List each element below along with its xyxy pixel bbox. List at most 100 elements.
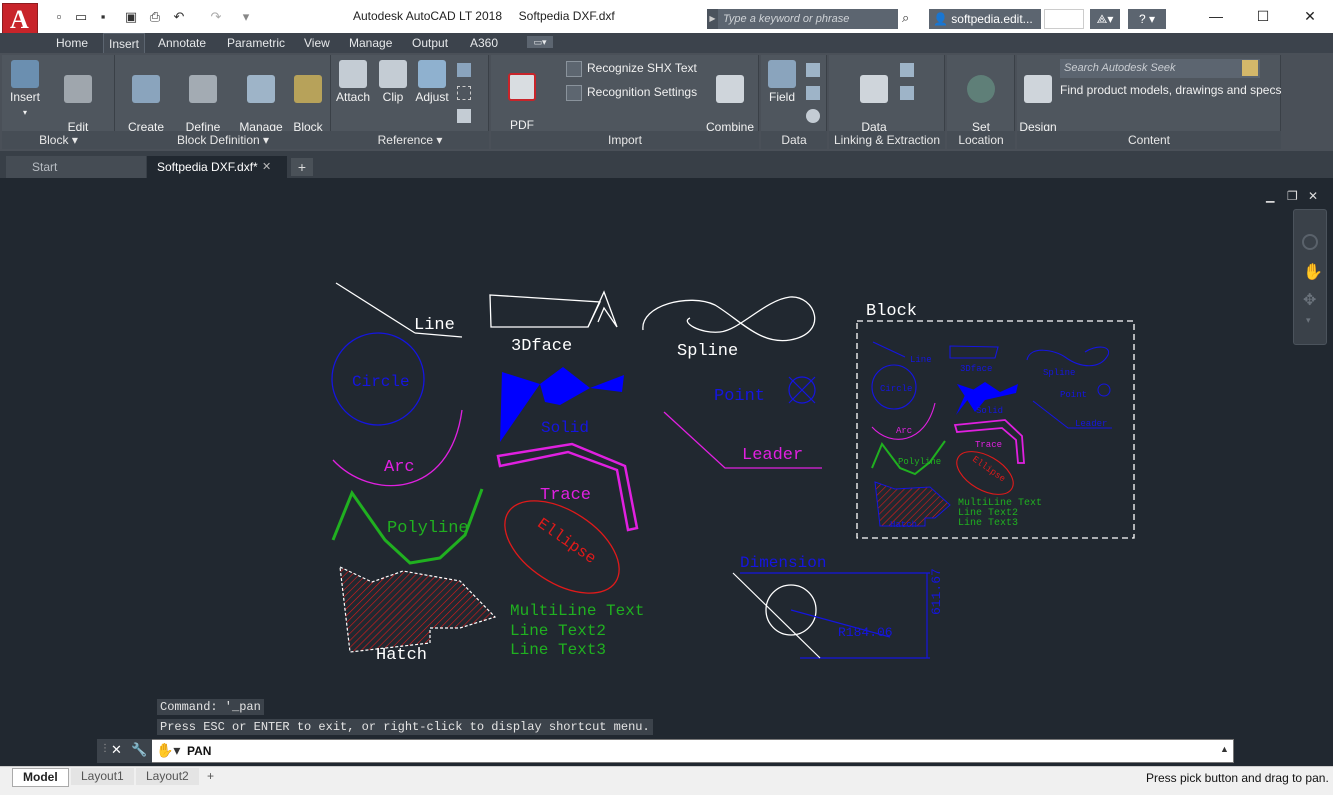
underlay-layers-icon[interactable] bbox=[457, 63, 471, 77]
attach-button[interactable]: Attach bbox=[334, 60, 372, 105]
block-panel-title[interactable]: Block ▾ bbox=[2, 131, 115, 149]
tab-insert[interactable]: Insert bbox=[103, 33, 146, 54]
active-file-tab-label: Softpedia DXF.dxf* bbox=[157, 160, 258, 174]
start-tab[interactable]: Start bbox=[6, 156, 146, 178]
recognize-shx-button[interactable]: Recognize SHX Text bbox=[566, 61, 697, 77]
save-as-icon[interactable]: ▣ bbox=[122, 8, 140, 25]
upload-to-source-icon[interactable] bbox=[900, 86, 914, 100]
navbar-dropdown-icon[interactable]: ▾ bbox=[1306, 315, 1311, 326]
tab-layout1[interactable]: Layout1 bbox=[71, 768, 134, 785]
frames-icon[interactable] bbox=[457, 86, 471, 100]
help-search-input[interactable]: Type a keyword or phrase bbox=[718, 9, 898, 29]
field-button[interactable]: Field bbox=[764, 60, 800, 105]
command-current-text: PAN bbox=[187, 744, 212, 758]
user-account-menu[interactable]: 👤 softpedia.edit... ▾ bbox=[929, 9, 1041, 46]
ribbon-minimize-icon[interactable]: ▭▾ bbox=[527, 36, 553, 48]
ole-object-icon[interactable] bbox=[806, 86, 820, 100]
open-file-icon[interactable]: ▭ bbox=[72, 8, 90, 25]
block-mini-spline bbox=[1026, 346, 1110, 367]
drawing-canvas[interactable]: Line 3Dface Spline Circle Solid Point Ar… bbox=[2, 180, 1331, 766]
tab-annotate[interactable]: Annotate bbox=[158, 33, 206, 53]
tab-a360[interactable]: A360 bbox=[470, 33, 498, 53]
manage-attributes-icon bbox=[247, 75, 275, 103]
search-expand-icon[interactable]: ▶ bbox=[707, 9, 718, 29]
save-icon[interactable]: ▪ bbox=[94, 8, 112, 25]
redo-icon[interactable]: ↷ bbox=[207, 8, 225, 25]
command-history-toggle-icon[interactable]: ▲ bbox=[1220, 744, 1229, 754]
recognition-settings-button[interactable]: Recognition Settings bbox=[566, 85, 697, 101]
help-icon[interactable]: ? ▾ bbox=[1128, 9, 1166, 29]
add-layout-button[interactable]: + bbox=[202, 768, 219, 785]
tab-home[interactable]: Home bbox=[56, 33, 88, 53]
new-file-icon[interactable]: ▫ bbox=[50, 8, 68, 25]
reference-panel-title[interactable]: Reference ▾ bbox=[331, 131, 489, 149]
binoculars-icon[interactable]: ⌕ bbox=[902, 10, 909, 26]
adjust-button[interactable]: Adjust bbox=[412, 60, 452, 105]
solid-label: Solid bbox=[541, 419, 589, 437]
tab-model[interactable]: Model bbox=[12, 768, 69, 787]
location-panel-title: Location bbox=[947, 131, 1015, 149]
hyperlink-icon[interactable] bbox=[806, 109, 820, 123]
user-name: softpedia.edit... bbox=[951, 12, 1033, 26]
active-file-tab[interactable]: Softpedia DXF.dxf* ✕ bbox=[147, 156, 287, 178]
maximize-button[interactable]: ☐ bbox=[1243, 6, 1283, 26]
minimize-button[interactable]: — bbox=[1196, 6, 1236, 26]
tab-output[interactable]: Output bbox=[412, 33, 448, 53]
pan-command-icon[interactable]: ✋▾ bbox=[156, 742, 180, 759]
create-block-button[interactable]: Create Block bbox=[122, 60, 170, 165]
command-line-input[interactable] bbox=[97, 739, 1234, 763]
new-tab-button[interactable]: + bbox=[291, 158, 313, 176]
linear-dimension-text: 611.67 bbox=[929, 568, 944, 615]
arc-label: Arc bbox=[384, 458, 415, 477]
viewport-close-icon[interactable]: ✕ bbox=[1308, 189, 1318, 203]
update-fields-icon[interactable] bbox=[806, 63, 820, 77]
data-link-button[interactable]: Data Link bbox=[852, 60, 896, 165]
zoom-extents-icon[interactable]: ✥ bbox=[1303, 290, 1316, 310]
tab-layout2[interactable]: Layout2 bbox=[136, 768, 199, 785]
tab-manage[interactable]: Manage bbox=[349, 33, 392, 53]
close-tab-icon[interactable]: ✕ bbox=[262, 156, 271, 178]
user-blank-field bbox=[1044, 9, 1084, 29]
block-mini-leader-label: Leader bbox=[1075, 419, 1107, 429]
tab-parametric[interactable]: Parametric bbox=[227, 33, 285, 53]
command-close-icon[interactable]: ✕ bbox=[111, 742, 122, 758]
viewport-minimize-icon[interactable]: ▁ bbox=[1266, 190, 1274, 203]
clip-button[interactable]: Clip bbox=[376, 60, 410, 105]
exchange-apps-icon[interactable]: ⟁▾ bbox=[1090, 9, 1120, 29]
manage-attributes-button[interactable]: Manage Attributes bbox=[233, 60, 289, 165]
snap-underlay-icon[interactable] bbox=[457, 109, 471, 123]
field-label: Field bbox=[768, 90, 795, 104]
tab-view[interactable]: View bbox=[304, 33, 330, 53]
define-attributes-button[interactable]: Define Attributes bbox=[175, 60, 231, 165]
grip-icon[interactable]: ⋮ bbox=[100, 743, 110, 754]
combine-text-button[interactable]: Combine Text bbox=[703, 60, 757, 165]
circle-label: Circle bbox=[352, 373, 410, 391]
close-button[interactable]: ✕ bbox=[1290, 6, 1330, 26]
steering-wheel-icon[interactable] bbox=[1302, 234, 1318, 250]
viewport-restore-icon[interactable]: ❐ bbox=[1287, 189, 1298, 203]
undo-icon[interactable]: ↶ bbox=[170, 8, 188, 25]
navigation-bar: ✋ ✥ ▾ bbox=[1293, 209, 1327, 345]
seek-search-icon[interactable] bbox=[1242, 60, 1258, 76]
recognize-shx-label: Recognize SHX Text bbox=[587, 61, 697, 76]
download-from-source-icon[interactable] bbox=[900, 63, 914, 77]
block-mini-solid-label: Solid bbox=[976, 406, 1003, 416]
block-mini-circle-label: Circle bbox=[880, 384, 912, 394]
set-location-button[interactable]: Set Location bbox=[953, 60, 1009, 165]
radius-dimension-text: R184.06 bbox=[838, 625, 893, 640]
drawing-svg[interactable]: Line 3Dface Spline Circle Solid Point Ar… bbox=[2, 180, 1331, 766]
print-icon[interactable]: ⎙ bbox=[146, 8, 164, 25]
seek-search-input[interactable]: Search Autodesk Seek bbox=[1060, 59, 1260, 78]
block-mini-3dface-label: 3Dface bbox=[960, 364, 992, 374]
block-miniature: Line 3Dface Spline Circle Solid Point Le… bbox=[871, 341, 1112, 530]
qat-customize-icon[interactable]: ▾ bbox=[237, 8, 255, 25]
command-history-line-2: Press ESC or ENTER to exit, or right-cli… bbox=[157, 719, 653, 735]
block-editor-button[interactable]: Block Editor bbox=[289, 60, 327, 165]
insert-block-button[interactable]: Insert ▾ bbox=[5, 60, 45, 120]
edit-attribute-button[interactable]: Edit Attribute bbox=[50, 60, 106, 165]
block-definition-panel-title[interactable]: Block Definition ▾ bbox=[115, 131, 331, 149]
design-center-button[interactable]: Design Center bbox=[1017, 60, 1059, 165]
pan-hand-icon[interactable]: ✋ bbox=[1303, 262, 1323, 282]
wrench-icon[interactable]: 🔧 bbox=[131, 742, 147, 758]
point-label: Point bbox=[714, 387, 765, 406]
